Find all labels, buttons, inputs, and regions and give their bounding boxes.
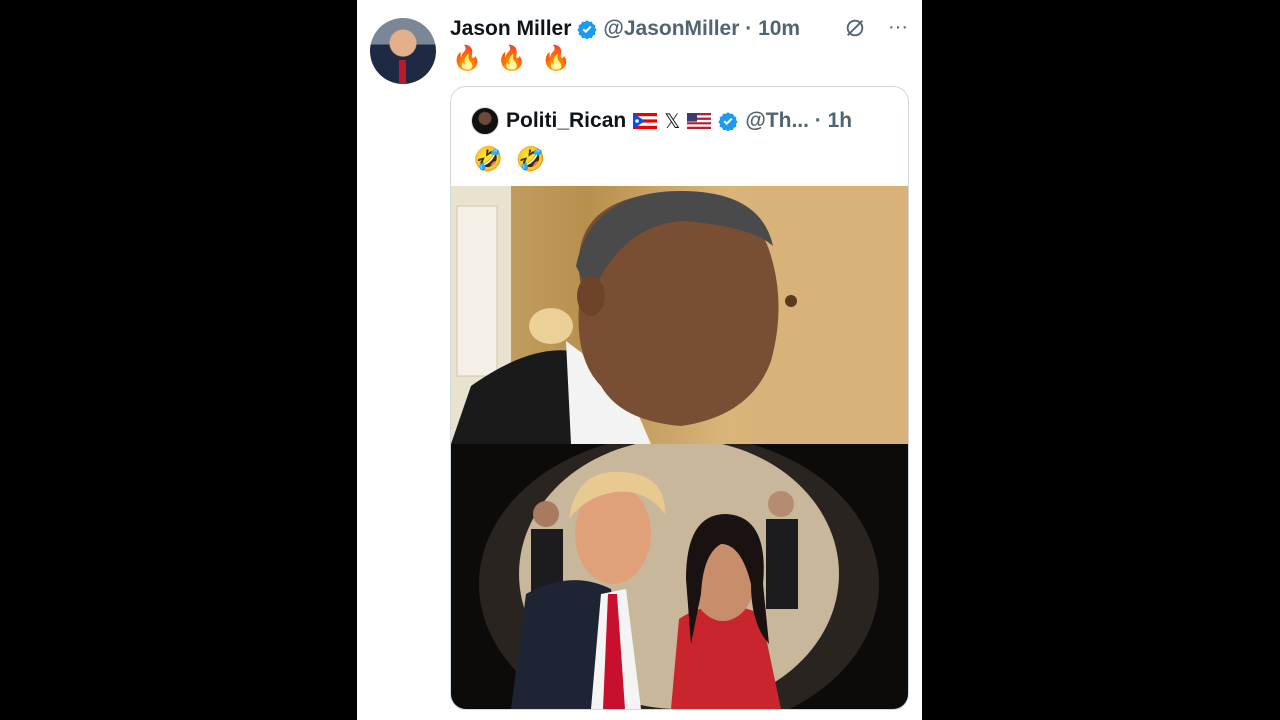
quoted-tweet[interactable]: Politi_Rican 𝕏 @Th... · 1h 🤣 🤣 — [450, 86, 909, 710]
tweet-header: Jason Miller @JasonMiller · 10m — [450, 15, 800, 43]
x-logo-icon: 𝕏 — [664, 110, 681, 133]
verified-badge-icon — [577, 20, 598, 39]
author-avatar[interactable] — [370, 18, 436, 84]
author-handle-time[interactable]: @JasonMiller · 10m — [603, 17, 800, 41]
quoted-author-name[interactable]: Politi_Rican — [506, 109, 626, 133]
tweet-card: Jason Miller @JasonMiller · 10m ··· 🔥 🔥 … — [357, 0, 922, 720]
quoted-verified-badge-icon — [718, 112, 738, 131]
us-flag-icon — [687, 113, 712, 129]
quoted-author-avatar[interactable] — [471, 107, 499, 135]
author-name[interactable]: Jason Miller — [450, 17, 571, 41]
meme-top-illustration — [451, 186, 908, 444]
quoted-author-handle-time[interactable]: @Th... · 1h — [745, 109, 852, 133]
puerto-rico-flag-icon — [633, 113, 658, 129]
meme-image-bottom[interactable] — [451, 444, 908, 709]
meme-bottom-illustration — [479, 444, 879, 709]
quoted-tweet-header: Politi_Rican 𝕏 @Th... · 1h — [471, 107, 852, 135]
tweet-actions-top: ··· — [844, 16, 908, 39]
quoted-tweet-text: 🤣 🤣 — [473, 146, 549, 173]
meme-image-top[interactable] — [451, 186, 908, 444]
tweet-text: 🔥 🔥 🔥 — [452, 45, 575, 72]
more-options-icon[interactable]: ··· — [888, 16, 908, 39]
grok-icon[interactable] — [844, 17, 866, 39]
